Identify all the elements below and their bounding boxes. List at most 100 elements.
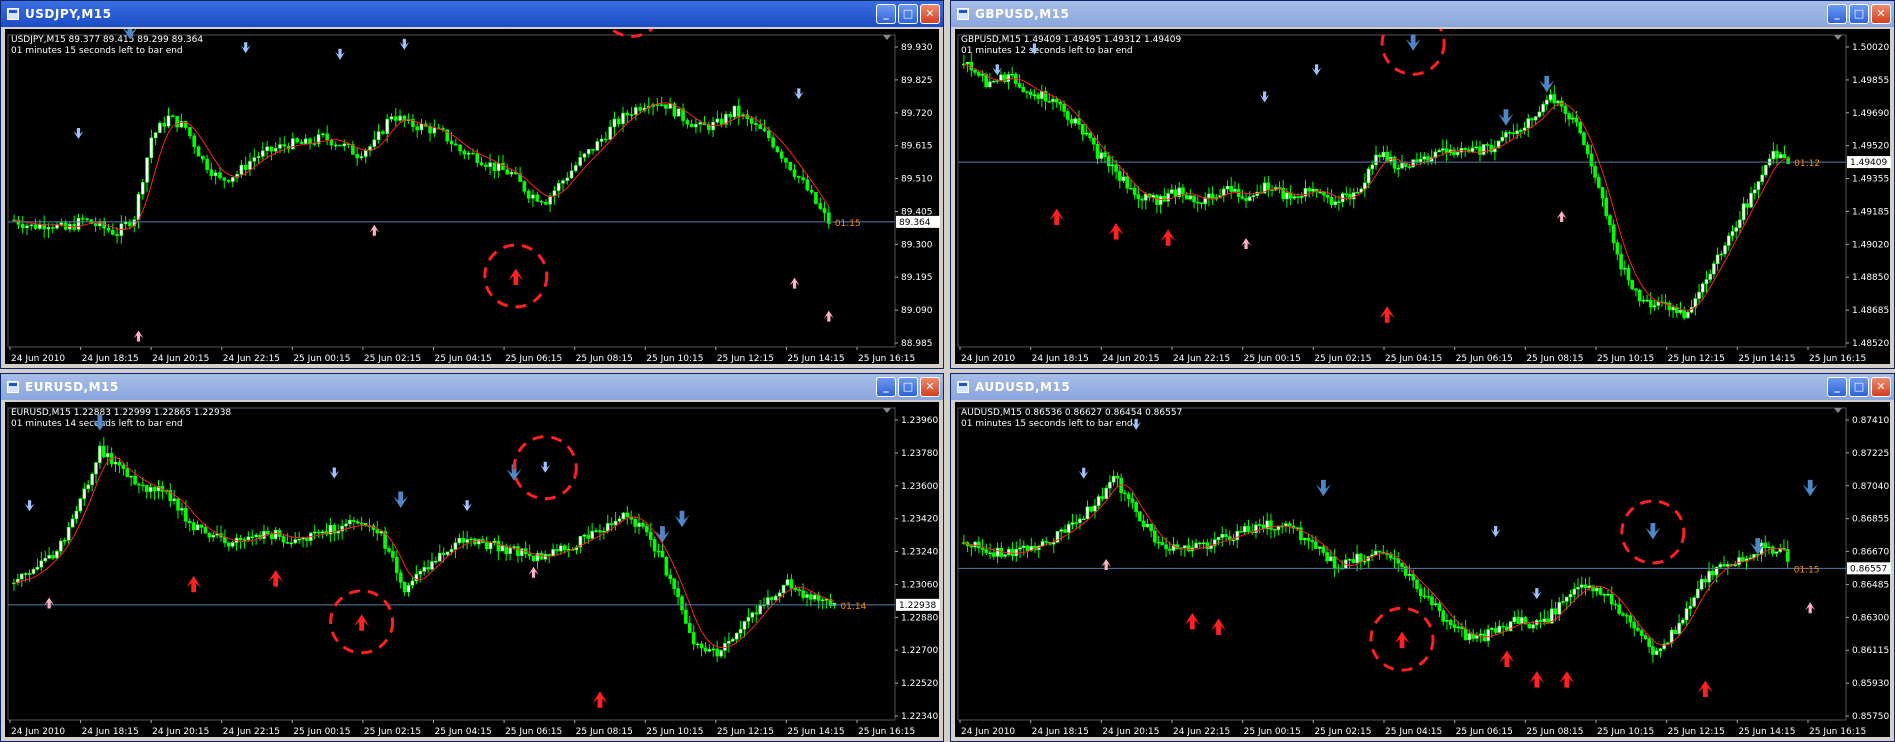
price-chart[interactable]: 89.930 89.825 89.720 89.615 89.510 89.405 89.3… bbox=[5, 29, 941, 366]
candle-body bbox=[1216, 537, 1221, 540]
price-axis-label: 1.49020 bbox=[1852, 240, 1889, 250]
price-axis-label: 0.85930 bbox=[1852, 679, 1889, 689]
candle-body bbox=[1456, 626, 1460, 629]
price-chart[interactable]: 1.50020 1.49855 1.49690 1.49520 1.49355 1.491… bbox=[955, 29, 1892, 366]
buy-arrow-icon bbox=[1184, 612, 1200, 630]
minimize-button[interactable]: _ bbox=[876, 4, 896, 24]
buy-arrow-icon bbox=[789, 277, 800, 289]
candle-body bbox=[363, 150, 368, 157]
maximize-button[interactable]: □ bbox=[1849, 377, 1869, 397]
candle-body bbox=[449, 140, 454, 145]
candle-body bbox=[1700, 283, 1705, 293]
candle-body bbox=[488, 542, 493, 550]
candle-body bbox=[746, 617, 751, 622]
close-button[interactable]: ✕ bbox=[920, 377, 940, 397]
minimize-button[interactable]: _ bbox=[876, 377, 896, 397]
close-button[interactable]: ✕ bbox=[1871, 4, 1891, 24]
candle-body bbox=[801, 590, 805, 598]
chart-svg[interactable]: 89.93089.82589.72089.61589.51089.40589.3… bbox=[5, 29, 941, 366]
moving-average-line bbox=[13, 456, 835, 648]
chart-svg[interactable]: 0.87410 0.87225 0.87040 0.86855 0.86670 0.864… bbox=[955, 402, 1892, 739]
candle-body bbox=[1407, 573, 1412, 576]
price-axis-label: 1.48520 bbox=[1852, 339, 1889, 349]
candle-body bbox=[242, 539, 247, 542]
candle-body bbox=[1244, 197, 1248, 201]
candle-body bbox=[1504, 132, 1508, 138]
candle-body bbox=[376, 131, 381, 141]
candle-body bbox=[243, 164, 248, 170]
candle-body bbox=[1240, 196, 1245, 199]
candle-body bbox=[777, 592, 782, 597]
buy-arrow-icon bbox=[186, 575, 202, 593]
minimize-button[interactable]: _ bbox=[1827, 377, 1847, 397]
candle-body bbox=[1322, 191, 1326, 196]
candle-body bbox=[1596, 177, 1601, 188]
candle-body bbox=[711, 648, 716, 651]
candle-body bbox=[1511, 132, 1516, 135]
candle-body bbox=[153, 132, 158, 139]
candle-body bbox=[1381, 152, 1386, 158]
window-titlebar[interactable]: EURUSD,M15 _ □ ✕ bbox=[1, 374, 943, 400]
candle-body bbox=[1497, 625, 1502, 633]
window-titlebar[interactable]: AUDUSD,M15 _ □ ✕ bbox=[951, 374, 1894, 400]
chart-window-gbpusd[interactable]: GBPUSD,M15 _ □ ✕ 1.50020 1.49855 1.49690 1.… bbox=[950, 0, 1895, 369]
candle-body bbox=[1688, 606, 1693, 609]
chart-window-audusd[interactable]: AUDUSD,M15 _ □ ✕ 0.87410 0.87225 0.87040 0.… bbox=[950, 373, 1895, 742]
window-titlebar[interactable]: USDJPY,M15 _ □ ✕ bbox=[1, 1, 943, 27]
candle-body bbox=[1121, 176, 1126, 181]
candle-body bbox=[680, 596, 684, 611]
candle-body bbox=[1377, 550, 1382, 553]
maximize-button[interactable]: □ bbox=[1849, 4, 1869, 24]
candle-body bbox=[496, 540, 501, 552]
candle-body bbox=[1648, 299, 1653, 308]
plot-frame bbox=[7, 407, 896, 721]
candle-body bbox=[1411, 573, 1416, 581]
candle-body bbox=[39, 560, 44, 568]
candle-body bbox=[625, 112, 630, 116]
candle-body bbox=[320, 531, 325, 534]
price-chart[interactable]: 1.23960 1.23780 1.23600 1.23420 1.23240 1.230… bbox=[5, 402, 941, 739]
candle-body bbox=[1634, 288, 1638, 291]
price-chart[interactable]: 0.87410 0.87225 0.87040 0.86855 0.86670 0.864… bbox=[955, 402, 1892, 739]
candle-body bbox=[1242, 526, 1247, 533]
candle-body bbox=[375, 529, 380, 534]
price-axis-label: 1.23600 bbox=[901, 482, 938, 492]
window-titlebar[interactable]: GBPUSD,M15 _ □ ✕ bbox=[951, 1, 1894, 27]
candle-body bbox=[453, 542, 458, 550]
candle-body bbox=[1760, 174, 1764, 182]
candle-body bbox=[1557, 602, 1562, 615]
candle-body bbox=[1538, 620, 1543, 622]
candle-body bbox=[1500, 136, 1505, 142]
chart-window-usdjpy[interactable]: USDJPY,M15 _ □ ✕ 89.930 89.825 89.720 89.61… bbox=[0, 0, 944, 369]
candle-body bbox=[1426, 595, 1431, 598]
candle-body bbox=[1092, 137, 1096, 145]
minimize-button[interactable]: _ bbox=[1827, 4, 1847, 24]
maximize-button[interactable]: □ bbox=[898, 377, 918, 397]
candle-body bbox=[711, 121, 715, 131]
candle-body bbox=[1775, 151, 1779, 159]
window-title: GBPUSD,M15 bbox=[975, 7, 1070, 21]
candle-body bbox=[29, 224, 34, 227]
maximize-button[interactable]: □ bbox=[898, 4, 918, 24]
close-button[interactable]: ✕ bbox=[920, 4, 940, 24]
chart-svg[interactable]: 1.23960 1.23780 1.23600 1.23420 1.23240 1.230… bbox=[5, 402, 941, 739]
candle-body bbox=[689, 123, 694, 128]
close-button[interactable]: ✕ bbox=[1871, 377, 1891, 397]
time-axis-label: 25 Jun 04:15 bbox=[435, 727, 492, 737]
candle-body bbox=[594, 530, 598, 532]
buy-arrow-icon bbox=[1529, 671, 1545, 688]
candle-body bbox=[432, 127, 437, 134]
candle-body bbox=[381, 131, 385, 134]
candle-body bbox=[1677, 622, 1681, 634]
buy-arrow-icon bbox=[1211, 618, 1227, 636]
candle-body bbox=[1582, 132, 1586, 146]
candle-body bbox=[1740, 557, 1745, 562]
chart-window-eurusd[interactable]: EURUSD,M15 _ □ ✕ 1.23960 1.23780 1.23600 1.… bbox=[0, 373, 944, 742]
candle-body bbox=[1269, 520, 1273, 530]
current-price-label: 89.364 bbox=[899, 218, 931, 228]
chart-svg[interactable]: 1.50020 1.49855 1.49690 1.49520 1.49355 1.491… bbox=[955, 29, 1892, 366]
candle-body bbox=[230, 542, 235, 547]
candle-body bbox=[762, 128, 767, 132]
candle-body bbox=[1459, 148, 1464, 153]
sell-arrow-icon bbox=[1498, 109, 1514, 126]
